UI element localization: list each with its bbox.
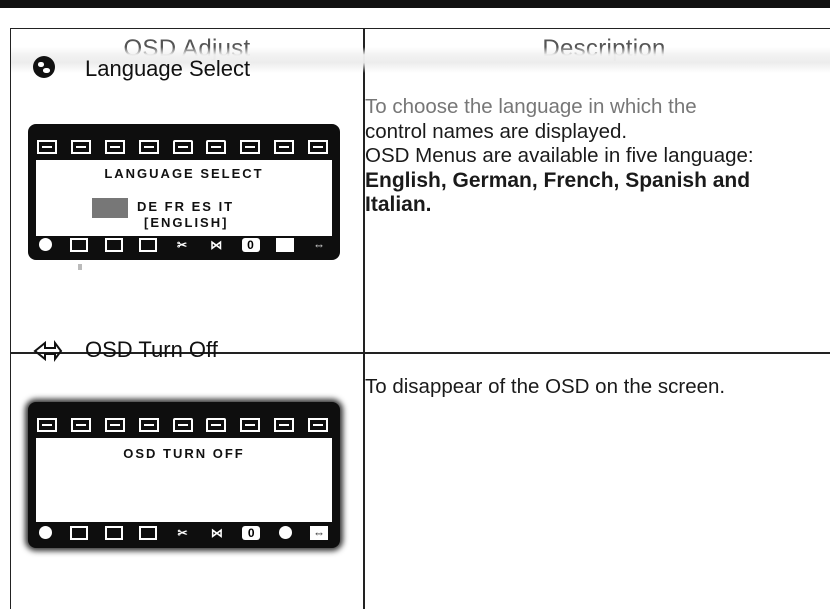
desc-line: To choose the language in which the bbox=[365, 95, 697, 118]
desc-line: OSD Menus are available in five language… bbox=[365, 144, 754, 167]
language-selection-box bbox=[92, 198, 128, 218]
top-rule bbox=[0, 0, 830, 8]
desc-bold-line: Italian. bbox=[365, 193, 432, 216]
pincushion-icon bbox=[172, 140, 193, 154]
language-globe-icon bbox=[278, 526, 292, 539]
screen-icon bbox=[139, 526, 158, 540]
degauss-icon bbox=[39, 526, 52, 539]
parallelogram-icon bbox=[274, 418, 295, 432]
balance-icon bbox=[240, 140, 261, 154]
row-title-language-select: Language Select bbox=[85, 56, 251, 81]
osd-top-icon-row bbox=[37, 140, 328, 154]
osd-screen-language: LANGUAGE SELECT DE FR ES IT [ENGLISH] bbox=[36, 160, 332, 236]
osd-bottom-icon-row: ✂ ⋈ 0 ⇔ bbox=[37, 526, 328, 540]
exit-arrow-highlight-icon: ⇔ bbox=[310, 526, 328, 540]
tilt-icon bbox=[308, 418, 328, 432]
vpos-icon bbox=[104, 418, 125, 432]
globe-icon bbox=[33, 56, 55, 78]
language-options: DE FR ES IT [ENGLISH] bbox=[92, 196, 312, 236]
marker bbox=[78, 264, 82, 270]
vsize-icon bbox=[138, 418, 159, 432]
color-icon bbox=[104, 238, 123, 252]
description-osd-turn-off: To disappear of the OSD on the screen. bbox=[365, 375, 830, 400]
vsize-icon bbox=[138, 140, 159, 154]
osd-bottom-icon-row: ✂ ⋈ 0 ⇔ bbox=[37, 238, 328, 252]
osd-label-language-select: LANGUAGE SELECT bbox=[104, 166, 264, 181]
vpos-icon bbox=[104, 140, 125, 154]
exit-arrow-icon: ⇔ bbox=[313, 238, 325, 252]
desc-bold-line: English, German, French, Spanish and bbox=[365, 168, 751, 192]
tilt-icon bbox=[308, 140, 328, 154]
moire-icon bbox=[70, 238, 89, 252]
balance-icon bbox=[240, 418, 261, 432]
sharpness-icon: ✂ bbox=[176, 238, 188, 252]
osd-panel-turn-off: OSD TURN OFF ✂ ⋈ 0 ⇔ bbox=[28, 402, 340, 548]
convergence-icon: ⋈ bbox=[210, 238, 223, 252]
moire-icon bbox=[70, 526, 89, 540]
osd-screen-turn-off: OSD TURN OFF bbox=[36, 438, 332, 522]
screen-icon bbox=[138, 238, 157, 252]
row-title-osd-turn-off: OSD Turn Off bbox=[85, 337, 218, 362]
desc-line: control names are displayed. bbox=[365, 119, 628, 143]
hsize-icon bbox=[37, 140, 57, 154]
hsize-icon bbox=[37, 418, 57, 432]
degauss-icon bbox=[39, 238, 52, 251]
pincushion-icon bbox=[172, 418, 193, 432]
sharpness-icon: ✂ bbox=[177, 526, 188, 540]
info-icon: 0 bbox=[242, 526, 261, 540]
exit-arrow-icon bbox=[33, 340, 63, 362]
trapezoid-icon bbox=[206, 418, 227, 432]
desc-line: To disappear of the OSD on the screen. bbox=[365, 375, 726, 398]
selected-language: [ENGLISH] bbox=[144, 215, 229, 230]
color-icon bbox=[104, 526, 123, 540]
trapezoid-icon bbox=[206, 140, 227, 154]
osd-top-icon-row bbox=[37, 418, 328, 432]
hpos-icon bbox=[70, 140, 91, 154]
parallelogram-icon bbox=[274, 140, 295, 154]
osd-label-turn-off: OSD TURN OFF bbox=[123, 446, 245, 461]
language-list: DE FR ES IT bbox=[137, 199, 235, 214]
language-globe-icon bbox=[275, 238, 294, 252]
hpos-icon bbox=[70, 418, 91, 432]
description-language-select: To choose the language in which the cont… bbox=[365, 95, 830, 218]
convergence-icon: ⋈ bbox=[210, 526, 223, 540]
osd-panel-language: LANGUAGE SELECT DE FR ES IT [ENGLISH] ✂ … bbox=[28, 124, 340, 260]
info-icon: 0 bbox=[241, 238, 260, 252]
